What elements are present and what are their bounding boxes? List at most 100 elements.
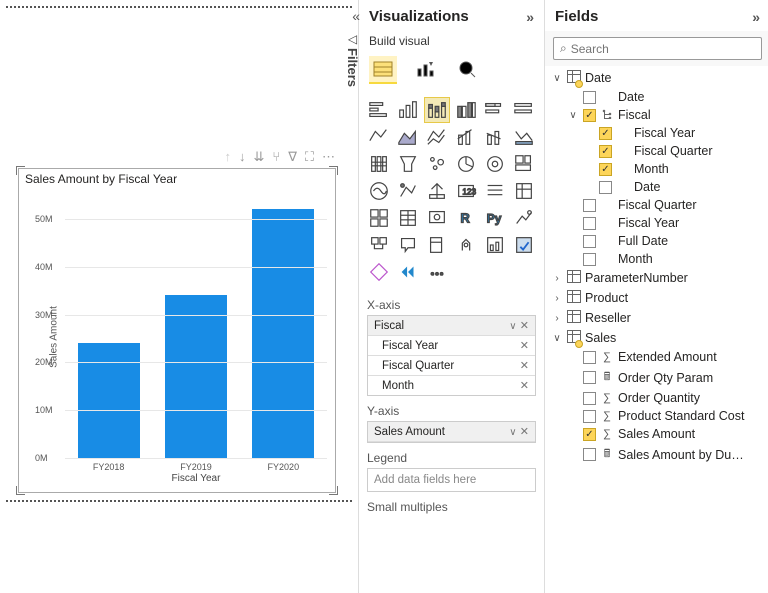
visual-type-27[interactable]: R [454,206,478,230]
table-date[interactable]: ∨Date [549,68,766,88]
expand-all-icon[interactable]: ⇊ [253,149,264,165]
visual-type-5[interactable] [512,98,536,122]
field-extended-amount[interactable]: ∑Extended Amount [549,348,766,366]
field-month[interactable]: Month [549,160,766,178]
xaxis-well[interactable]: Fiscal∨ ✕ Fiscal Year✕ Fiscal Quarter✕ M… [367,315,536,396]
visual-type-19[interactable] [396,179,420,203]
field-product-std-cost[interactable]: ∑Product Standard Cost [549,407,766,425]
drillup-icon[interactable]: ↑ [224,149,231,165]
visual-type-11[interactable] [512,125,536,149]
visual-type-15[interactable] [454,152,478,176]
filters-label: Filters [345,48,360,87]
filters-tab[interactable]: ◁ Filters [345,32,360,90]
search-input[interactable] [571,42,755,56]
plot-area: FY2018FY2019FY2020 Fiscal Year 0M10M20M3… [65,195,327,458]
yaxis-well[interactable]: Sales Amount∨ ✕ [367,421,536,443]
visual-type-0[interactable] [367,98,391,122]
field-sales-amount-by-du[interactable]: 🖩Sales Amount by Du… [549,443,766,466]
hierarchy-fiscal[interactable]: ∨Fiscal [549,106,766,124]
field-sales-amount[interactable]: ∑Sales Amount [549,425,766,443]
remove-icon[interactable]: ✕ [520,426,529,438]
visual-type-36[interactable] [367,260,391,284]
focus-icon[interactable]: ⛶ [305,149,314,165]
visual-type-17[interactable] [512,152,536,176]
filters-arrow-icon: ◁ [345,32,360,46]
field-month-2[interactable]: Month [549,250,766,268]
report-canvas[interactable]: « ◁ Filters ↑ ↓ ⇊ ⑂ ∇ ⛶ ⋯ Sales Amount b… [0,0,358,593]
visual-type-35[interactable] [512,233,536,257]
legend-well[interactable]: Add data fields here [367,468,536,492]
remove-icon[interactable]: ✕ [520,359,529,372]
fields-search[interactable]: ⌕ [553,37,762,60]
visual-type-3[interactable] [454,98,478,122]
visual-type-24[interactable] [367,206,391,230]
visual-type-1[interactable] [396,98,420,122]
table-parameternumber[interactable]: ›ParameterNumber [549,268,766,288]
build-tab[interactable] [369,56,397,84]
fields-title: Fields [555,8,598,25]
bar-slot[interactable]: FY2020 [240,195,327,458]
visual-type-8[interactable] [425,125,449,149]
visual-type-25[interactable] [396,206,420,230]
field-date[interactable]: Date [549,88,766,106]
visual-type-6[interactable] [367,125,391,149]
field-full-date[interactable]: Full Date [549,232,766,250]
visualizations-pane: Visualizations » Build visual 123RPy X-a… [358,0,544,593]
chart-visual[interactable]: ↑ ↓ ⇊ ⑂ ∇ ⛶ ⋯ Sales Amount by Fiscal Yea… [18,168,336,493]
collapse-pane-icon[interactable]: « [352,8,360,24]
remove-icon[interactable]: ✕ [520,379,529,392]
filter-icon[interactable]: ∇ [288,149,297,165]
visual-type-23[interactable] [512,179,536,203]
field-order-quantity[interactable]: ∑Order Quantity [549,389,766,407]
svg-text:123: 123 [462,188,476,197]
xaxis-group: Fiscal [374,320,404,332]
visual-type-2[interactable] [425,98,449,122]
visual-type-14[interactable] [425,152,449,176]
format-visual-tab[interactable] [411,56,439,84]
visual-type-31[interactable] [396,233,420,257]
remove-icon[interactable]: ✕ [520,339,529,352]
visual-type-4[interactable] [483,98,507,122]
bar-slot[interactable]: FY2019 [152,195,239,458]
field-fiscal-year[interactable]: Fiscal Year [549,124,766,142]
visual-type-16[interactable] [483,152,507,176]
svg-text:Py: Py [487,212,502,226]
visual-type-28[interactable]: Py [483,206,507,230]
table-sales[interactable]: ∨Sales [549,328,766,348]
visual-type-22[interactable] [483,179,507,203]
visual-type-33[interactable] [454,233,478,257]
expand-vis-pane-icon[interactable]: » [526,9,534,25]
expand-fields-pane-icon[interactable]: » [752,9,760,25]
visual-type-34[interactable] [483,233,507,257]
remove-xgroup-icon[interactable]: ✕ [520,320,529,332]
field-date2[interactable]: Date [549,178,766,196]
visual-type-10[interactable] [483,125,507,149]
hierarchy-icon[interactable]: ⑂ [272,149,280,165]
field-fiscal-year-2[interactable]: Fiscal Year [549,214,766,232]
visual-type-7[interactable] [396,125,420,149]
visual-type-9[interactable] [454,125,478,149]
visual-type-29[interactable] [512,206,536,230]
visual-type-18[interactable] [367,179,391,203]
field-order-qty-param[interactable]: 🖩Order Qty Param [549,366,766,389]
chart-title: Sales Amount by Fiscal Year [19,169,335,186]
field-fiscal-quarter[interactable]: Fiscal Quarter [549,142,766,160]
drilldown-icon[interactable]: ↓ [239,149,246,165]
visual-type-12[interactable] [367,152,391,176]
visual-type-30[interactable] [367,233,391,257]
search-icon: ⌕ [560,41,567,56]
visual-type-20[interactable] [425,179,449,203]
visual-type-38[interactable] [425,260,449,284]
visual-type-32[interactable] [425,233,449,257]
visual-type-26[interactable] [425,206,449,230]
more-icon[interactable]: ⋯ [322,149,335,165]
table-product[interactable]: ›Product [549,288,766,308]
visual-type-37[interactable] [396,260,420,284]
visual-type-13[interactable] [396,152,420,176]
visual-type-gallery: 123 R Py [359,92,544,290]
table-reseller[interactable]: ›Reseller [549,308,766,328]
field-fiscal-quarter-2[interactable]: Fiscal Quarter [549,196,766,214]
bar-slot[interactable]: FY2018 [65,195,152,458]
analytics-tab[interactable] [453,56,481,84]
visual-type-21[interactable]: 123 [454,179,478,203]
